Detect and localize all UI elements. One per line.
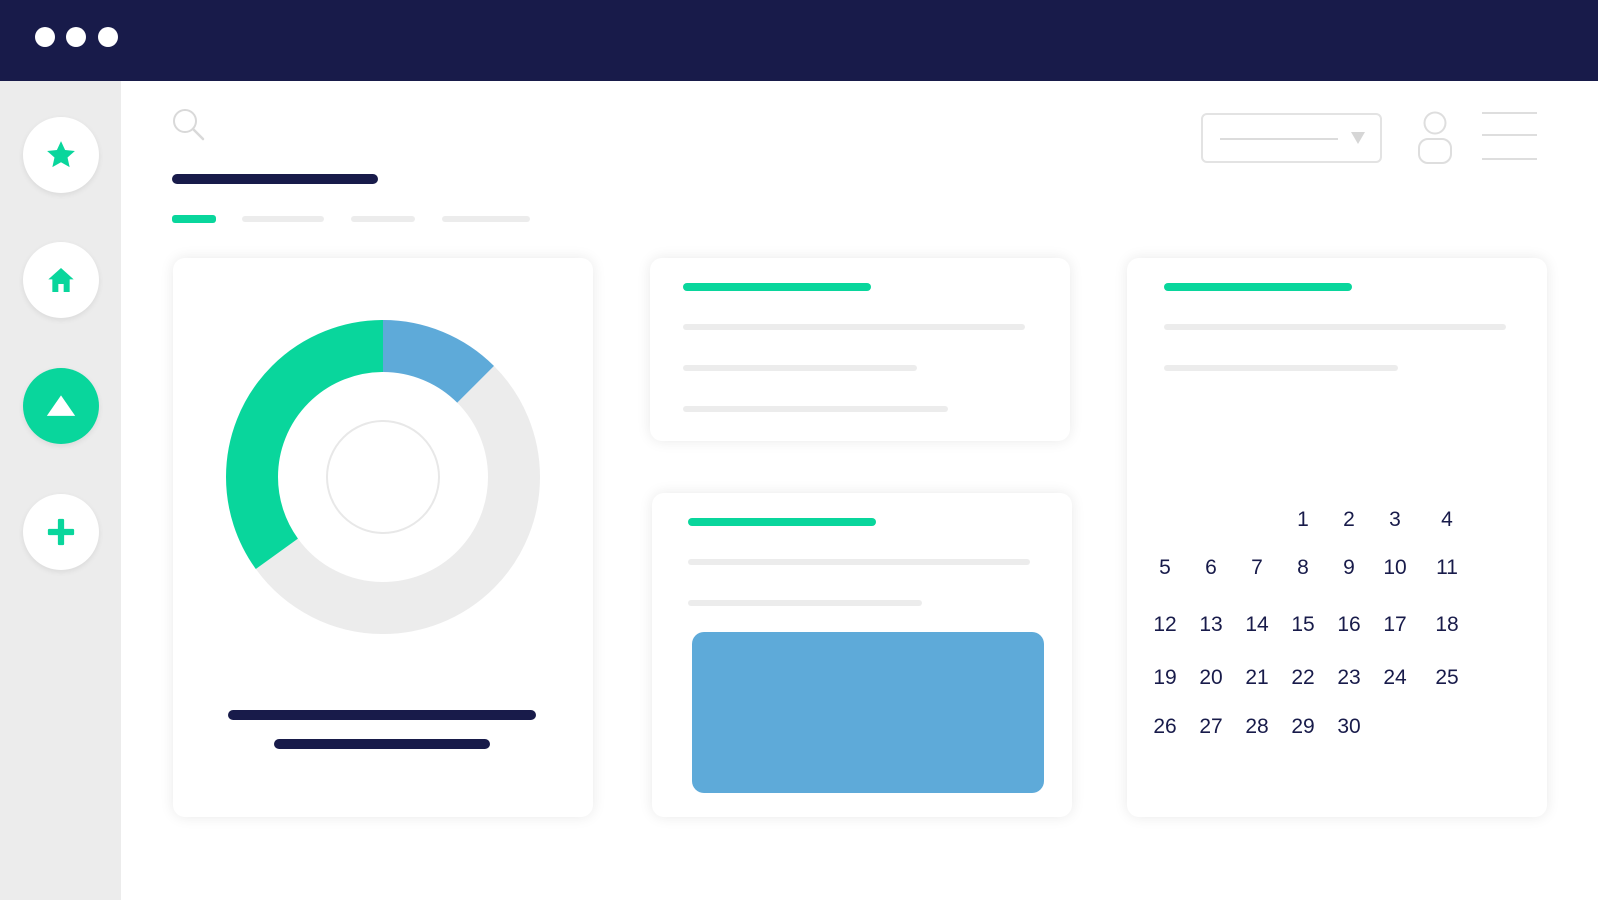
calendar-day[interactable]: 11 <box>1427 556 1467 580</box>
tab-4[interactable] <box>442 216 530 222</box>
calendar-day[interactable]: 1 <box>1283 508 1323 532</box>
calendar-day[interactable]: 19 <box>1145 666 1185 690</box>
calendar-day[interactable]: 5 <box>1145 556 1185 580</box>
page-title <box>172 174 378 184</box>
card-text-line <box>688 600 922 606</box>
info-card-top <box>650 258 1070 441</box>
sidebar-item-upload[interactable] <box>23 368 99 444</box>
calendar-day[interactable]: 22 <box>1283 666 1323 690</box>
card-heading <box>688 518 876 526</box>
calendar-day[interactable]: 13 <box>1191 613 1231 637</box>
calendar-day[interactable]: 17 <box>1375 613 1415 637</box>
calendar-day[interactable]: 15 <box>1283 613 1323 637</box>
media-placeholder[interactable] <box>692 632 1044 793</box>
calendar-day[interactable]: 8 <box>1283 556 1323 580</box>
calendar-day[interactable]: 28 <box>1237 715 1277 739</box>
filter-dropdown[interactable] <box>1201 113 1382 163</box>
info-card-bottom <box>652 493 1072 817</box>
donut-inner-ring <box>326 420 440 534</box>
donut-card <box>173 258 593 817</box>
card-text-line <box>683 365 917 371</box>
window-dot-minimize[interactable] <box>66 27 86 47</box>
calendar-day[interactable]: 16 <box>1329 613 1369 637</box>
calendar-day[interactable]: 14 <box>1237 613 1277 637</box>
calendar-card: 1 2 3 4 5 6 7 8 9 10 11 12 13 14 15 16 17 18 19 20 21 22 23 24 2… <box>1127 258 1547 817</box>
donut-caption-line-2 <box>274 739 490 749</box>
tab-2[interactable] <box>242 216 324 222</box>
sidebar <box>0 81 121 900</box>
calendar-grid: 1 2 3 4 5 6 7 8 9 10 11 12 13 14 15 16 17 18 19 20 21 22 23 24 2… <box>1127 258 1547 817</box>
calendar-day[interactable]: 26 <box>1145 715 1185 739</box>
calendar-day[interactable]: 30 <box>1329 715 1369 739</box>
sidebar-item-home[interactable] <box>23 242 99 318</box>
user-icon[interactable] <box>1416 111 1454 165</box>
calendar-day[interactable]: 25 <box>1427 666 1467 690</box>
card-text-line <box>688 559 1030 565</box>
calendar-day[interactable]: 3 <box>1375 508 1415 532</box>
window-dot-close[interactable] <box>35 27 55 47</box>
donut-chart <box>226 320 540 634</box>
calendar-day[interactable]: 18 <box>1427 613 1467 637</box>
triangle-up-icon <box>46 395 76 416</box>
calendar-day[interactable]: 7 <box>1237 556 1277 580</box>
dropdown-value-placeholder <box>1220 138 1338 140</box>
calendar-day[interactable]: 21 <box>1237 666 1277 690</box>
tab-3[interactable] <box>351 216 415 222</box>
window-dot-maximize[interactable] <box>98 27 118 47</box>
calendar-day[interactable]: 23 <box>1329 666 1369 690</box>
calendar-day[interactable]: 24 <box>1375 666 1415 690</box>
calendar-day[interactable]: 12 <box>1145 613 1185 637</box>
search-icon[interactable] <box>172 108 206 142</box>
calendar-day[interactable]: 20 <box>1191 666 1231 690</box>
chevron-down-icon <box>1351 132 1365 144</box>
card-text-line <box>683 406 948 412</box>
calendar-day[interactable]: 10 <box>1375 556 1415 580</box>
calendar-day[interactable]: 29 <box>1283 715 1323 739</box>
calendar-day[interactable]: 4 <box>1427 508 1467 532</box>
calendar-day[interactable]: 27 <box>1191 715 1231 739</box>
window-titlebar <box>0 0 1598 81</box>
sidebar-item-add[interactable] <box>23 494 99 570</box>
sidebar-item-favorites[interactable] <box>23 117 99 193</box>
calendar-day[interactable]: 2 <box>1329 508 1369 532</box>
calendar-day[interactable]: 6 <box>1191 556 1231 580</box>
tab-1[interactable] <box>172 215 216 223</box>
card-heading <box>683 283 871 291</box>
donut-caption-line-1 <box>228 710 536 720</box>
home-icon <box>48 268 74 292</box>
card-text-line <box>683 324 1025 330</box>
calendar-day[interactable]: 9 <box>1329 556 1369 580</box>
star-icon <box>47 141 75 168</box>
plus-icon <box>47 518 75 546</box>
menu-icon[interactable] <box>1482 112 1537 162</box>
